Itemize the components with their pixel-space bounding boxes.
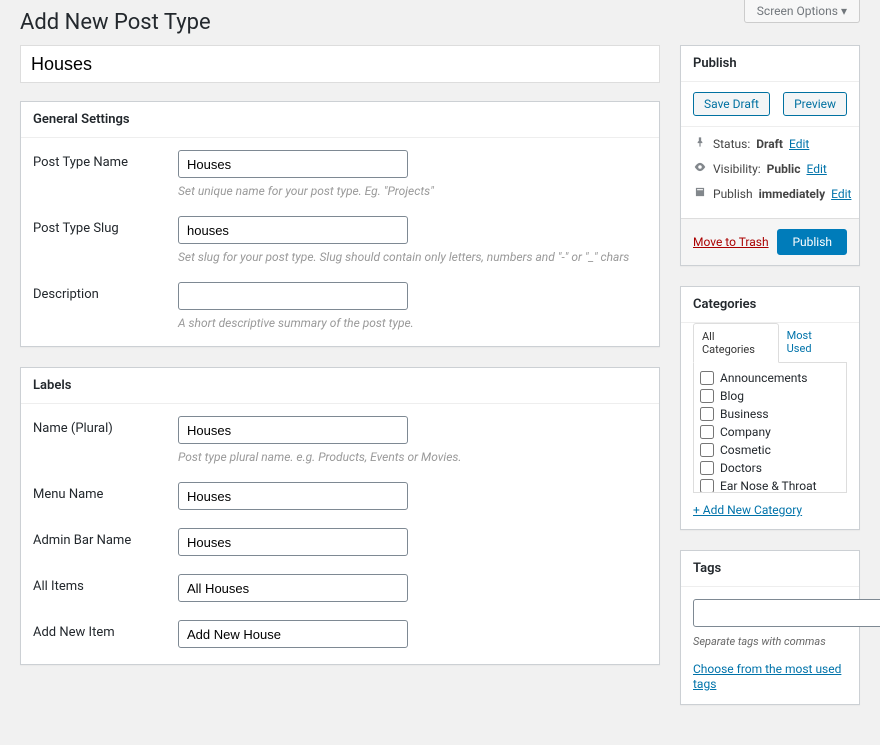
schedule-label: Publish bbox=[713, 187, 753, 201]
category-checkbox[interactable] bbox=[700, 479, 714, 493]
category-checkbox[interactable] bbox=[700, 443, 714, 457]
labels-heading: Labels bbox=[21, 368, 659, 404]
screen-options-label: Screen Options bbox=[757, 4, 838, 18]
category-checkbox[interactable] bbox=[700, 425, 714, 439]
all-items-input[interactable] bbox=[178, 574, 408, 602]
publish-heading: Publish bbox=[681, 46, 859, 82]
visibility-value: Public bbox=[767, 162, 801, 176]
choose-tags-link[interactable]: Choose from the most used tags bbox=[693, 662, 841, 691]
post-type-slug-label: Post Type Slug bbox=[33, 216, 178, 236]
post-type-name-help: Set unique name for your post type. Eg. … bbox=[178, 184, 647, 198]
status-label: Status: bbox=[713, 137, 750, 151]
add-new-category-link[interactable]: + Add New Category bbox=[693, 503, 802, 517]
description-input[interactable] bbox=[178, 282, 408, 310]
admin-bar-name-input[interactable] bbox=[178, 528, 408, 556]
page-title: Add New Post Type bbox=[20, 10, 860, 35]
add-new-item-label: Add New Item bbox=[33, 620, 178, 640]
tab-all-categories[interactable]: All Categories bbox=[693, 323, 779, 363]
post-type-name-label: Post Type Name bbox=[33, 150, 178, 170]
tags-input[interactable] bbox=[693, 599, 880, 627]
chevron-down-icon: ▾ bbox=[841, 4, 847, 18]
categories-box: Categories All Categories Most Used Anno… bbox=[680, 286, 860, 530]
category-label: Business bbox=[720, 407, 769, 421]
add-new-item-input[interactable] bbox=[178, 620, 408, 648]
admin-bar-name-label: Admin Bar Name bbox=[33, 528, 178, 548]
name-plural-label: Name (Plural) bbox=[33, 416, 178, 436]
labels-box: Labels Name (Plural) Post type plural na… bbox=[20, 367, 660, 665]
schedule-value: immediately bbox=[759, 187, 826, 201]
tags-box: Tags Add Separate tags with commas Choos… bbox=[680, 550, 860, 705]
post-type-slug-input[interactable] bbox=[178, 216, 408, 244]
calendar-icon bbox=[693, 185, 707, 202]
category-label: Cosmetic bbox=[720, 443, 771, 457]
preview-button[interactable]: Preview bbox=[783, 92, 847, 116]
visibility-label: Visibility: bbox=[713, 162, 761, 176]
category-checkbox[interactable] bbox=[700, 371, 714, 385]
description-help: A short descriptive summary of the post … bbox=[178, 316, 647, 330]
tags-help: Separate tags with commas bbox=[693, 635, 847, 648]
tab-most-used[interactable]: Most Used bbox=[779, 323, 847, 362]
all-items-label: All Items bbox=[33, 574, 178, 594]
category-label: Doctors bbox=[720, 461, 762, 475]
category-label: Ear Nose & Throat bbox=[720, 479, 817, 493]
status-value: Draft bbox=[756, 137, 783, 151]
category-checkbox[interactable] bbox=[700, 461, 714, 475]
publish-box: Publish Save Draft Preview Status: Draft… bbox=[680, 45, 860, 266]
category-checkbox[interactable] bbox=[700, 407, 714, 421]
visibility-edit-link[interactable]: Edit bbox=[806, 162, 826, 176]
save-draft-button[interactable]: Save Draft bbox=[693, 92, 770, 116]
menu-name-label: Menu Name bbox=[33, 482, 178, 502]
category-list[interactable]: Announcements Blog Business Company Cosm… bbox=[693, 363, 847, 493]
pin-icon bbox=[693, 135, 707, 152]
general-settings-box: General Settings Post Type Name Set uniq… bbox=[20, 101, 660, 347]
menu-name-input[interactable] bbox=[178, 482, 408, 510]
category-label: Company bbox=[720, 425, 771, 439]
general-settings-heading: General Settings bbox=[21, 102, 659, 138]
post-title-input[interactable] bbox=[20, 45, 660, 83]
name-plural-help: Post type plural name. e.g. Products, Ev… bbox=[178, 450, 647, 464]
category-label: Blog bbox=[720, 389, 744, 403]
post-type-name-input[interactable] bbox=[178, 150, 408, 178]
category-label: Announcements bbox=[720, 371, 807, 385]
post-type-slug-help: Set slug for your post type. Slug should… bbox=[178, 250, 647, 264]
category-checkbox[interactable] bbox=[700, 389, 714, 403]
schedule-edit-link[interactable]: Edit bbox=[831, 187, 851, 201]
eye-icon bbox=[693, 160, 707, 177]
tags-heading: Tags bbox=[681, 551, 859, 587]
name-plural-input[interactable] bbox=[178, 416, 408, 444]
categories-heading: Categories bbox=[681, 287, 859, 323]
move-to-trash-link[interactable]: Move to Trash bbox=[693, 235, 769, 249]
publish-button[interactable]: Publish bbox=[777, 229, 847, 255]
status-edit-link[interactable]: Edit bbox=[789, 137, 809, 151]
screen-options-button[interactable]: Screen Options ▾ bbox=[744, 0, 860, 23]
description-label: Description bbox=[33, 282, 178, 302]
